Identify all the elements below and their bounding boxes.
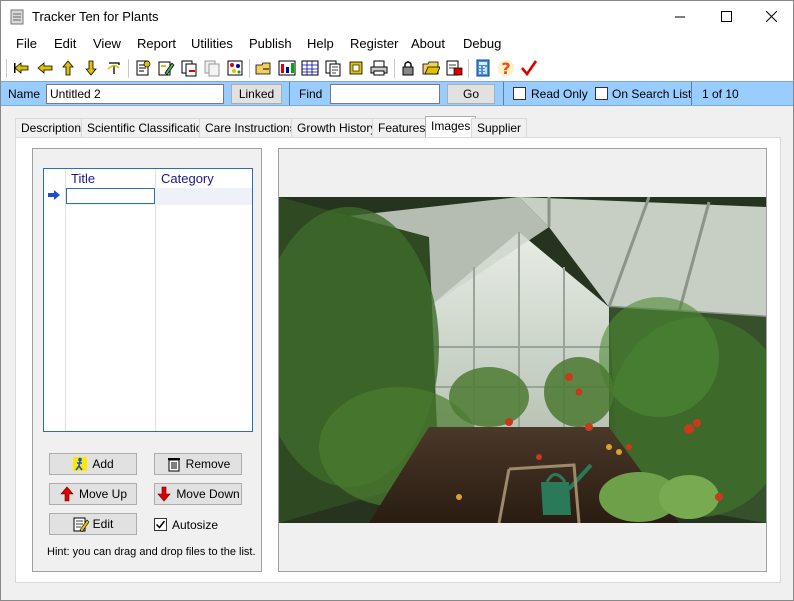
images-grid[interactable]: Title Category bbox=[43, 168, 253, 432]
search-list-label[interactable]: On Search List bbox=[612, 87, 691, 101]
maximize-button[interactable] bbox=[703, 1, 749, 32]
name-input[interactable] bbox=[46, 84, 224, 104]
tab-images[interactable]: Images bbox=[425, 116, 477, 137]
copy-record-icon[interactable] bbox=[180, 59, 198, 77]
edit-label: Edit bbox=[92, 517, 114, 531]
tab-care-instructions[interactable]: Care Instructions bbox=[199, 118, 302, 137]
help-icon[interactable]: ? bbox=[497, 59, 515, 77]
menu-bar: File Edit View Report Utilities Publish … bbox=[1, 32, 793, 56]
name-label: Name bbox=[8, 87, 41, 101]
record-position: 1 of 10 bbox=[702, 87, 739, 101]
tab-scientific-classification[interactable]: Scientific Classification bbox=[81, 118, 216, 137]
folder-icon[interactable] bbox=[422, 59, 440, 77]
find-label: Find bbox=[299, 87, 323, 101]
save-icon[interactable] bbox=[445, 59, 463, 77]
app-icon bbox=[10, 9, 24, 25]
grid-view-icon[interactable] bbox=[301, 59, 319, 77]
move-up-label: Move Up bbox=[78, 487, 128, 501]
title-bar[interactable]: Tracker Ten for Plants bbox=[1, 1, 793, 32]
menu-edit[interactable]: Edit bbox=[54, 36, 76, 51]
greenhouse-photo bbox=[279, 197, 766, 523]
checkmark-icon bbox=[155, 520, 166, 529]
greenhouse-photo-graphic bbox=[279, 197, 766, 523]
tab-features[interactable]: Features bbox=[372, 118, 432, 137]
last-record-icon[interactable] bbox=[82, 59, 100, 77]
linked-button[interactable]: Linked bbox=[231, 84, 282, 104]
menu-publish[interactable]: Publish bbox=[249, 36, 292, 51]
first-record-icon[interactable] bbox=[13, 59, 31, 77]
calculator-icon[interactable] bbox=[474, 59, 492, 77]
close-icon bbox=[765, 11, 777, 22]
print-icon[interactable] bbox=[370, 59, 388, 77]
add-button[interactable]: Add bbox=[49, 453, 137, 475]
remove-button[interactable]: Remove bbox=[154, 453, 242, 475]
search-list-checkbox[interactable] bbox=[595, 87, 608, 100]
previous-record-icon[interactable] bbox=[36, 59, 54, 77]
add-walker-icon bbox=[73, 457, 88, 471]
current-row-arrow-icon bbox=[48, 190, 60, 200]
autosize-label[interactable]: Autosize bbox=[172, 518, 218, 532]
lock-icon[interactable] bbox=[399, 59, 417, 77]
menu-report[interactable]: Report bbox=[137, 36, 176, 51]
duplicate-icon[interactable] bbox=[324, 59, 342, 77]
move-down-button[interactable]: Move Down bbox=[154, 483, 242, 505]
open-icon[interactable] bbox=[255, 59, 273, 77]
menu-utilities[interactable]: Utilities bbox=[191, 36, 233, 51]
window-title: Tracker Ten for Plants bbox=[32, 9, 159, 24]
delete-record-icon[interactable] bbox=[203, 59, 221, 77]
menu-about[interactable]: About bbox=[411, 36, 445, 51]
menu-view[interactable]: View bbox=[93, 36, 121, 51]
menu-debug[interactable]: Debug bbox=[463, 36, 501, 51]
next-record-icon[interactable] bbox=[59, 59, 77, 77]
read-only-label[interactable]: Read Only bbox=[531, 87, 588, 101]
read-only-checkbox[interactable] bbox=[513, 87, 526, 100]
arrow-up-icon bbox=[60, 486, 74, 502]
tab-growth-history[interactable]: Growth History bbox=[291, 118, 383, 137]
menu-register[interactable]: Register bbox=[350, 36, 398, 51]
table-view-icon[interactable] bbox=[278, 59, 296, 77]
menu-file[interactable]: File bbox=[16, 36, 37, 51]
move-down-label: Move Down bbox=[176, 487, 240, 501]
column-header-category[interactable]: Category bbox=[161, 171, 214, 186]
autosize-checkbox[interactable] bbox=[154, 518, 167, 531]
toolbar: ? bbox=[1, 56, 793, 81]
arrow-down-icon bbox=[157, 486, 171, 502]
export-icon[interactable] bbox=[347, 59, 365, 77]
tab-description[interactable]: Description bbox=[15, 118, 88, 137]
edit-record-icon[interactable] bbox=[157, 59, 175, 77]
check-icon[interactable] bbox=[520, 59, 538, 77]
trash-icon bbox=[167, 458, 180, 472]
app-window: Tracker Ten for Plants File Edit View Re… bbox=[0, 0, 794, 601]
new-record-icon[interactable] bbox=[134, 59, 152, 77]
title-cell-editor[interactable] bbox=[66, 188, 155, 204]
remove-label: Remove bbox=[185, 457, 231, 471]
edit-record-icon bbox=[73, 517, 89, 532]
edit-button[interactable]: Edit bbox=[49, 513, 137, 535]
minimize-button[interactable] bbox=[657, 1, 703, 32]
record-search-bar: Name Linked Find Go Read Only On Search … bbox=[1, 81, 793, 106]
find-input[interactable] bbox=[330, 84, 440, 104]
tab-supplier[interactable]: Supplier bbox=[471, 118, 528, 137]
maximize-icon bbox=[720, 11, 732, 22]
filter-icon[interactable] bbox=[226, 59, 244, 77]
close-button[interactable] bbox=[748, 1, 794, 32]
add-label: Add bbox=[92, 457, 114, 471]
move-up-button[interactable]: Move Up bbox=[49, 483, 137, 505]
go-button[interactable]: Go bbox=[447, 84, 495, 104]
drag-drop-hint: Hint: you can drag and drop files to the… bbox=[47, 546, 256, 558]
column-header-title[interactable]: Title bbox=[71, 171, 95, 186]
undo-icon[interactable] bbox=[105, 59, 123, 77]
menu-help[interactable]: Help bbox=[307, 36, 334, 51]
minimize-icon bbox=[675, 16, 685, 17]
